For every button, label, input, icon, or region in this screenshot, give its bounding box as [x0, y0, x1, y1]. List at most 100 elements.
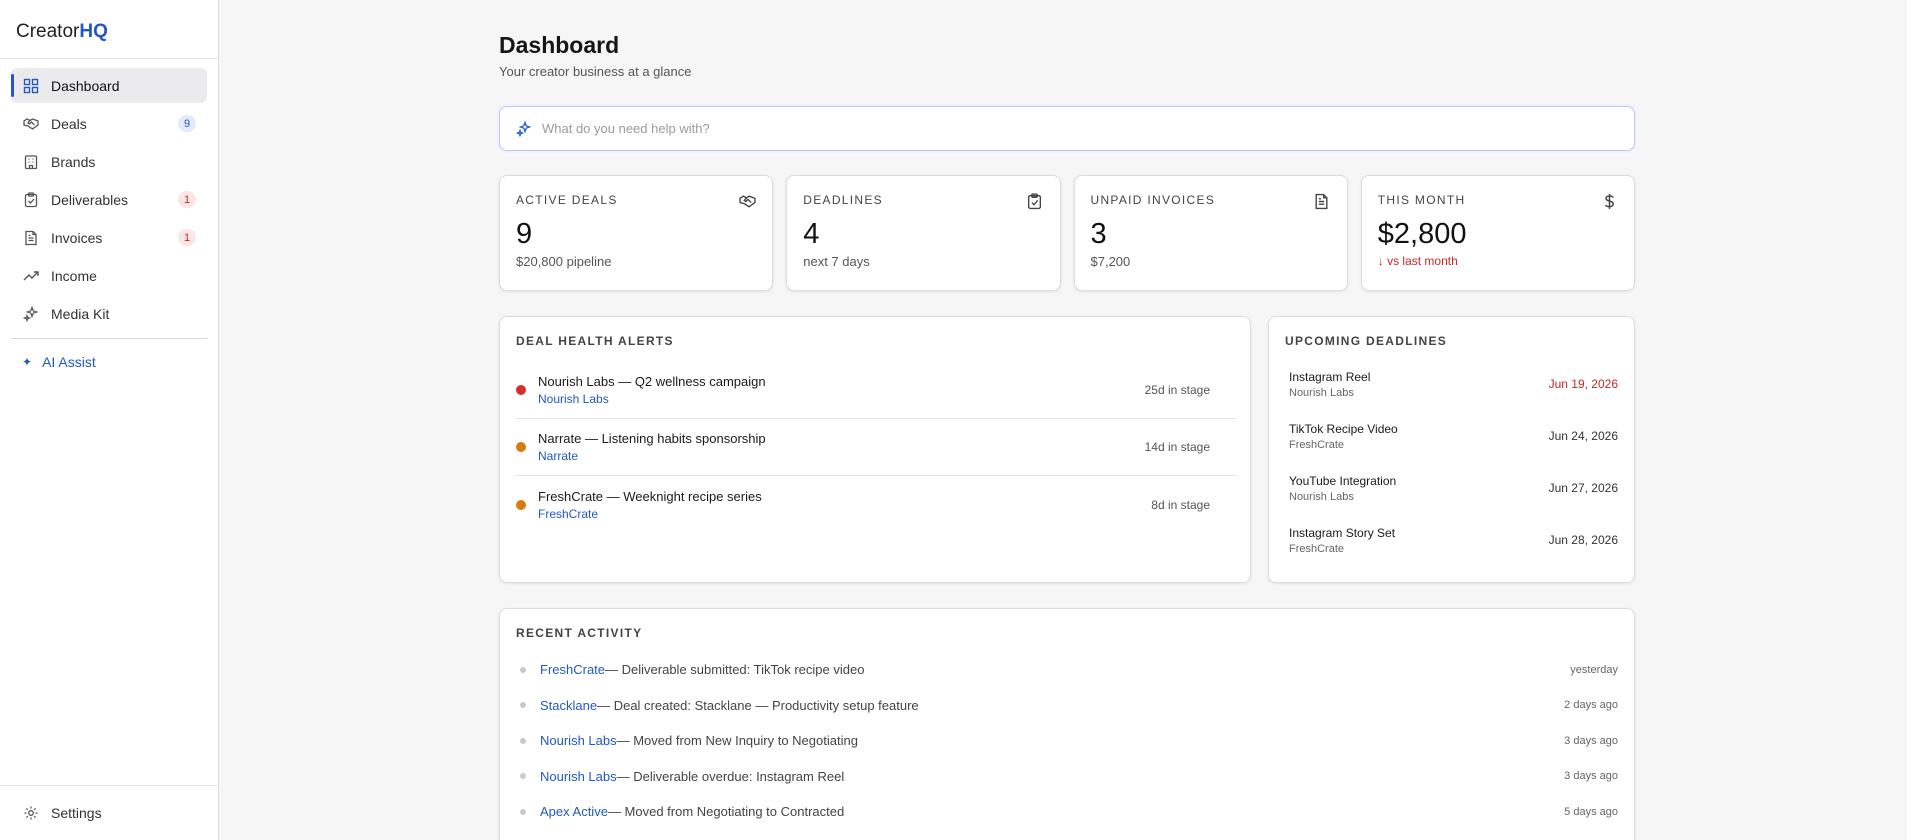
activity-text: Nourish Labs — Deliverable overdue: Inst… [520, 769, 844, 784]
page-title: Dashboard [499, 32, 620, 58]
stage-duration: 14d in stage [1144, 440, 1210, 454]
sidebar-item-deals[interactable]: Deals 9 [11, 106, 207, 141]
stat-value: 4 [803, 218, 820, 250]
sparkles-icon [516, 120, 532, 137]
stat-value: 3 [1090, 218, 1107, 250]
stat-card-this-month[interactable]: THIS MONTH $2,800 ↓ vs last month [1360, 175, 1635, 291]
sidebar-item-label: Deals [51, 115, 87, 132]
sidebar-divider [11, 338, 207, 339]
sidebar-item-brands[interactable]: Brands [11, 144, 207, 179]
activity-text: Nourish Labs — Moved from New Inquiry to… [520, 733, 858, 748]
stat-value: $2,800 [1377, 218, 1467, 250]
brand-link[interactable]: Stacklane [540, 698, 597, 713]
stat-card-active-deals[interactable]: ACTIVE DEALS 9 $20,800 pipeline [499, 175, 774, 291]
deadline-info: Instagram Reel Nourish Labs [1289, 370, 1370, 399]
page-subtitle: Your creator business at a glance [499, 64, 692, 79]
sidebar-item-media-kit[interactable]: Media Kit [11, 296, 207, 331]
deal-name: Nourish Labs — Q2 wellness campaign [538, 374, 766, 389]
activity-text: FreshCrate — Deliverable submitted: TikT… [520, 662, 864, 677]
deadline-row[interactable]: Instagram Reel Nourish Labs Jun 19, 2026 [1285, 358, 1618, 410]
search-input[interactable] [542, 121, 1442, 136]
deliverables-count-badge: 1 [178, 191, 196, 208]
sidebar-item-label: Invoices [51, 229, 103, 246]
brand-link[interactable]: Apex Active [540, 804, 608, 819]
activity-description: — Moved from New Inquiry to Negotiating [616, 733, 858, 749]
alert-text: FreshCrate — Weeknight recipe series Fre… [538, 489, 762, 521]
card-title: DEAL HEALTH ALERTS [516, 334, 674, 348]
sidebar-item-label: Brands [51, 153, 96, 170]
stat-subtext: $7,200 [1090, 254, 1131, 269]
activity-text: Stacklane — Deal created: Stacklane — Pr… [520, 698, 919, 713]
activity-list: FreshCrate — Deliverable submitted: TikT… [516, 652, 1618, 830]
sidebar-item-label: Income [51, 267, 97, 284]
deadline-date: Jun 28, 2026 [1548, 533, 1618, 547]
deliverable-name: Instagram Reel [1289, 369, 1371, 384]
brand-link[interactable]: FreshCrate [540, 662, 605, 677]
upcoming-deadlines-card: UPCOMING DEADLINES Instagram Reel Nouris… [1268, 316, 1635, 583]
ai-search-bar[interactable] [499, 106, 1635, 151]
clipboard-check-icon [23, 191, 39, 208]
document-icon [23, 230, 39, 246]
activity-description: — Moved from Negotiating to Contracted [607, 804, 845, 820]
ai-assist-label: AI Assist [42, 354, 96, 370]
sidebar-item-label: Dashboard [51, 77, 120, 94]
brand-link[interactable]: Nourish Labs [538, 392, 766, 406]
activity-description: — Deliverable overdue: Instagram Reel [616, 768, 845, 784]
deadline-row[interactable]: YouTube Integration Nourish Labs Jun 27,… [1285, 462, 1618, 514]
ai-assist-link[interactable]: ✦ AI Assist [0, 346, 218, 378]
deadline-row[interactable]: Instagram Story Set FreshCrate Jun 28, 2… [1285, 514, 1618, 566]
activity-row: FreshCrate — Deliverable submitted: TikT… [516, 652, 1618, 688]
deals-count-badge: 9 [178, 115, 196, 132]
stats-row: ACTIVE DEALS 9 $20,800 pipeline DEADLINE… [499, 175, 1635, 291]
stat-card-deadlines[interactable]: DEADLINES 4 next 7 days [786, 175, 1061, 291]
building-icon [23, 154, 39, 170]
sidebar-item-label: Media Kit [51, 305, 110, 322]
stat-label: UNPAID INVOICES [1090, 193, 1216, 207]
activity-text: Apex Active — Moved from Negotiating to … [520, 804, 844, 819]
dollar-icon [1600, 192, 1618, 210]
card-title: UPCOMING DEADLINES [1285, 334, 1448, 348]
clipboard-check-icon [1026, 192, 1044, 210]
deal-name: FreshCrate — Weeknight recipe series [538, 488, 762, 504]
document-icon [1313, 192, 1331, 210]
brand-link[interactable]: Nourish Labs [540, 733, 617, 748]
handshake-icon [738, 192, 756, 210]
alert-row[interactable]: Nourish Labs — Q2 wellness campaign Nour… [516, 362, 1236, 419]
sidebar-item-invoices[interactable]: Invoices 1 [11, 220, 207, 255]
activity-time: 2 days ago [1564, 699, 1618, 712]
activity-bullet [520, 737, 526, 744]
deadline-row[interactable]: TikTok Recipe Video FreshCrate Jun 24, 2… [1285, 410, 1618, 462]
recent-activity-card: RECENT ACTIVITY FreshCrate — Deliverable… [499, 608, 1635, 840]
stat-subtext: $20,800 pipeline [516, 254, 612, 269]
stat-card-unpaid-invoices[interactable]: UNPAID INVOICES 3 $7,200 [1073, 175, 1348, 291]
trending-up-icon [23, 268, 39, 284]
activity-description: — Deal created: Stacklane — Productivity… [597, 697, 919, 713]
sidebar-item-deliverables[interactable]: Deliverables 1 [11, 182, 207, 217]
settings-label: Settings [51, 805, 102, 821]
stage-duration: 8d in stage [1151, 497, 1210, 512]
brand-link[interactable]: Narrate [538, 449, 766, 463]
brand-link[interactable]: FreshCrate [538, 507, 762, 521]
gear-icon [23, 805, 39, 821]
deadlines-list: Instagram Reel Nourish Labs Jun 19, 2026… [1285, 358, 1618, 566]
app-logo[interactable]: CreatorHQ [0, 0, 218, 59]
alert-row[interactable]: Narrate — Listening habits sponsorship N… [516, 419, 1236, 476]
activity-description: — Deliverable submitted: TikTok recipe v… [605, 662, 865, 678]
deadline-date: Jun 24, 2026 [1548, 429, 1618, 443]
severity-dot-medium [516, 442, 526, 452]
stat-subtext: next 7 days [803, 254, 870, 269]
sidebar-item-income[interactable]: Income [11, 258, 207, 293]
stage-duration: 25d in stage [1144, 383, 1210, 397]
alert-row[interactable]: FreshCrate — Weeknight recipe series Fre… [516, 476, 1236, 533]
deliverable-name: TikTok Recipe Video [1289, 421, 1398, 436]
deadline-info: Instagram Story Set FreshCrate [1289, 526, 1395, 555]
sidebar-item-dashboard[interactable]: Dashboard [11, 68, 207, 103]
deliverable-brand: Nourish Labs [1289, 490, 1354, 503]
activity-time: 5 days ago [1564, 805, 1618, 818]
settings-link[interactable]: Settings [0, 785, 218, 840]
sparkles-icon [23, 305, 39, 322]
activity-row: Apex Active — Moved from Negotiating to … [516, 794, 1618, 830]
brand-link[interactable]: Nourish Labs [540, 769, 617, 784]
card-title: RECENT ACTIVITY [516, 626, 643, 640]
alert-text: Nourish Labs — Q2 wellness campaign Nour… [538, 374, 766, 406]
